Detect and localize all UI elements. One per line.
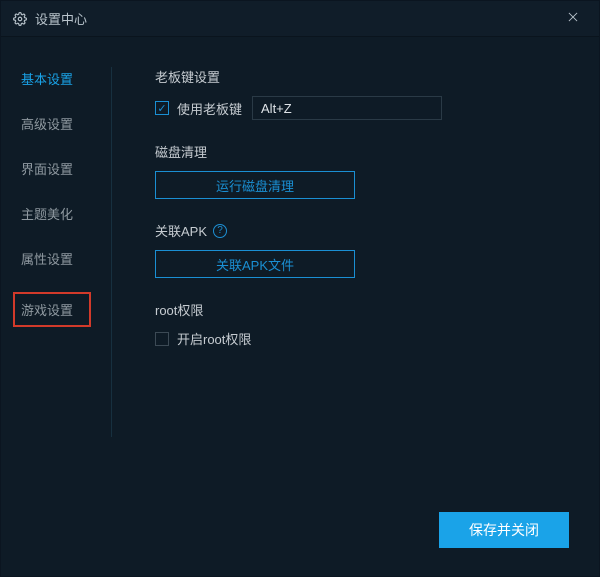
section-apk-assoc: 关联APK ? 关联APK文件 <box>155 221 579 278</box>
tab-ui-settings[interactable]: 界面设置 <box>21 157 93 180</box>
boss-key-checkbox[interactable]: ✓ <box>155 101 169 115</box>
tab-advanced-settings[interactable]: 高级设置 <box>21 112 93 135</box>
section-title-disk-clean: 磁盘清理 <box>155 142 579 161</box>
tab-label: 高级设置 <box>21 117 73 132</box>
root-checkbox[interactable]: ✓ <box>155 332 169 346</box>
titlebar: 设置中心 <box>1 1 599 37</box>
root-row: ✓ 开启root权限 <box>155 329 579 348</box>
window-body: 基本设置 高级设置 界面设置 主题美化 属性设置 游戏设置 老板键设置 ✓ <box>1 37 599 504</box>
boss-key-input[interactable] <box>252 96 442 120</box>
disk-clean-button[interactable]: 运行磁盘清理 <box>155 171 355 199</box>
save-close-button[interactable]: 保存并关闭 <box>439 512 569 548</box>
gear-icon <box>13 12 27 26</box>
root-checkbox-label: 开启root权限 <box>177 329 251 348</box>
close-button[interactable] <box>559 5 587 33</box>
save-close-label: 保存并关闭 <box>469 520 539 540</box>
tab-label: 属性设置 <box>21 252 73 267</box>
section-title-root: root权限 <box>155 300 579 319</box>
tab-label: 游戏设置 <box>21 303 73 318</box>
tab-theme-settings[interactable]: 主题美化 <box>21 202 93 225</box>
tab-label: 基本设置 <box>21 72 73 87</box>
tab-label: 主题美化 <box>21 207 73 222</box>
settings-content: 老板键设置 ✓ 使用老板键 磁盘清理 运行磁盘清理 关联APK ? <box>121 67 579 504</box>
tab-property-settings[interactable]: 属性设置 <box>21 247 93 270</box>
tab-label: 界面设置 <box>21 162 73 177</box>
sidebar-divider <box>111 67 112 437</box>
sidebar: 基本设置 高级设置 界面设置 主题美化 属性设置 游戏设置 <box>21 67 121 504</box>
apk-assoc-button[interactable]: 关联APK文件 <box>155 250 355 278</box>
tab-game-settings[interactable]: 游戏设置 <box>13 292 91 327</box>
help-icon[interactable]: ? <box>213 224 227 238</box>
apk-assoc-title-text: 关联APK <box>155 221 207 240</box>
window-title: 设置中心 <box>35 9 87 28</box>
boss-key-row: ✓ 使用老板键 <box>155 96 579 120</box>
section-disk-clean: 磁盘清理 运行磁盘清理 <box>155 142 579 199</box>
footer: 保存并关闭 <box>1 504 599 576</box>
section-boss-key: 老板键设置 ✓ 使用老板键 <box>155 67 579 120</box>
section-title-apk-assoc: 关联APK ? <box>155 221 579 240</box>
section-root: root权限 ✓ 开启root权限 <box>155 300 579 348</box>
close-icon <box>566 8 580 29</box>
tab-basic-settings[interactable]: 基本设置 <box>21 67 93 90</box>
boss-key-checkbox-label: 使用老板键 <box>177 99 242 118</box>
section-title-boss-key: 老板键设置 <box>155 67 579 86</box>
disk-clean-button-label: 运行磁盘清理 <box>216 176 294 195</box>
apk-assoc-button-label: 关联APK文件 <box>216 255 294 274</box>
settings-window: 设置中心 基本设置 高级设置 界面设置 主题美化 <box>0 0 600 577</box>
